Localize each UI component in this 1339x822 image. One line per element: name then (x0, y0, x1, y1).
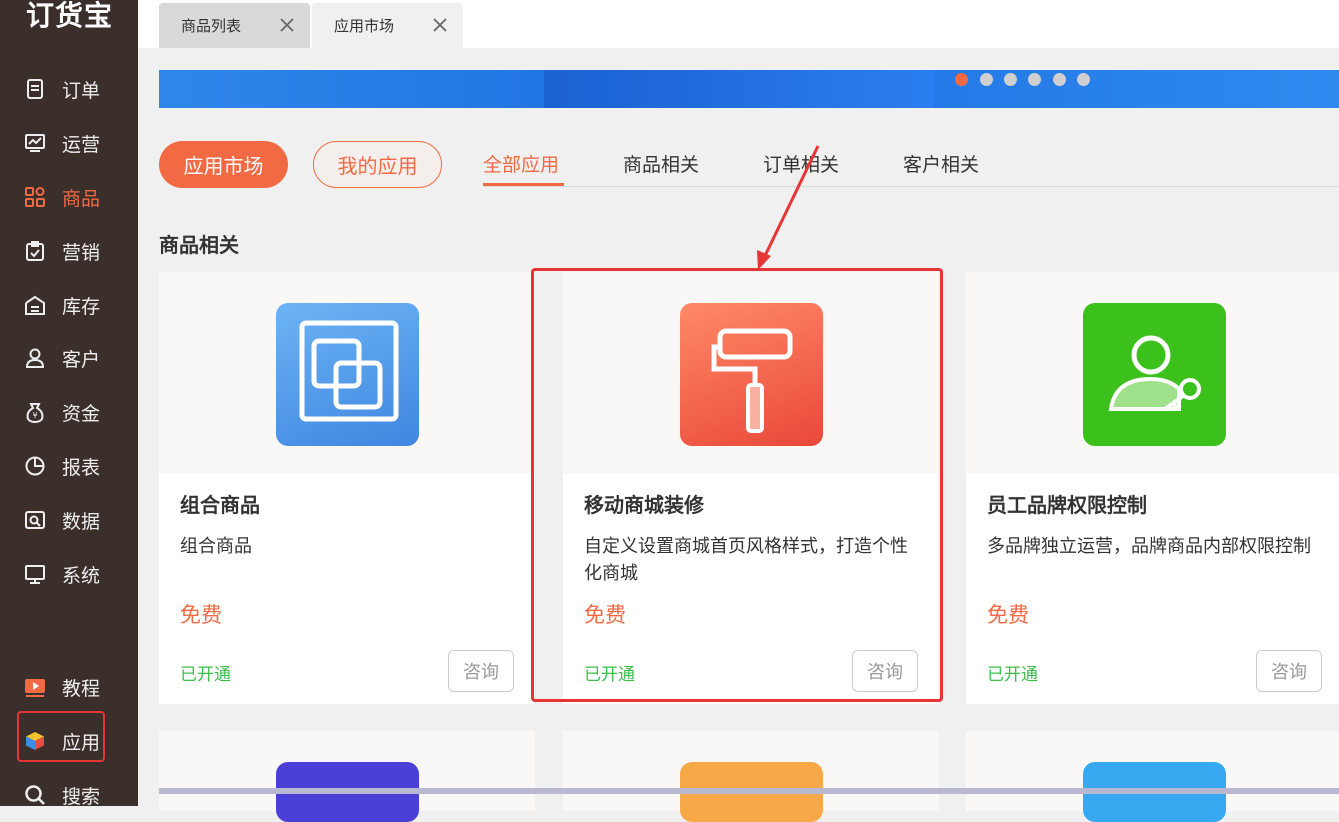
consult-button[interactable]: 咨询 (852, 650, 918, 692)
card-status: 已开通 (584, 665, 635, 685)
sidebar-item-label: 营销 (62, 241, 101, 264)
sidebar-item-goods[interactable]: 商品 (24, 182, 100, 212)
app-card-partial[interactable] (966, 731, 1339, 822)
horizontal-scrollbar[interactable] (159, 788, 1339, 794)
card-title: 移动商城装修 (584, 493, 704, 517)
data-icon (25, 511, 45, 529)
marketing-icon (26, 241, 44, 261)
carousel-dot[interactable] (980, 73, 993, 86)
svg-text:¥: ¥ (32, 411, 37, 420)
paint-roller-icon (680, 303, 823, 446)
user-key-icon (1083, 303, 1226, 446)
apps-highlight-box (17, 711, 105, 762)
card-description: 多品牌独立运营，品牌商品内部权限控制 (987, 536, 1311, 557)
sidebar-item-label: 库存 (62, 295, 101, 318)
report-icon (25, 456, 45, 476)
card-price: 免费 (584, 603, 626, 627)
app-card-partial[interactable] (563, 731, 939, 822)
carousel-dot[interactable] (1004, 73, 1017, 86)
carousel-dot[interactable] (955, 73, 968, 86)
card-status: 已开通 (987, 665, 1038, 685)
sidebar-item-label: 客户 (62, 348, 101, 371)
section-title: 商品相关 (159, 233, 239, 257)
card-title: 组合商品 (180, 493, 260, 517)
sidebar-item-data[interactable]: 数据 (24, 505, 100, 535)
funds-icon: ¥ (26, 403, 44, 423)
goods-icon (25, 187, 45, 207)
card-description: 自定义设置商城首页风格样式，打造个性化商城 (584, 536, 908, 584)
category-tab-customer[interactable]: 客户相关 (903, 150, 979, 177)
category-tab-order[interactable]: 订单相关 (763, 150, 839, 177)
tab-app-market[interactable]: 应用市场 (312, 3, 463, 48)
close-icon[interactable] (278, 16, 296, 34)
sidebar-item-label: 系统 (62, 564, 101, 587)
app-market-button[interactable]: 应用市场 (159, 141, 288, 188)
sidebar-item-tutorial[interactable]: 教程 (24, 672, 100, 702)
sidebar-item-inventory[interactable]: 库存 (24, 290, 100, 320)
combo-goods-icon (276, 303, 419, 446)
app-card-combo-goods[interactable]: 组合商品 组合商品 免费 已开通 咨询 (159, 272, 535, 704)
carousel-dot[interactable] (1028, 73, 1041, 86)
close-icon[interactable] (431, 16, 449, 34)
sidebar-item-label: 数据 (62, 510, 101, 533)
sidebar-item-operation[interactable]: 运营 (24, 128, 100, 158)
active-tab-indicator (483, 183, 564, 186)
order-icon (27, 79, 43, 99)
tab-goods-list[interactable]: 商品列表 (159, 3, 310, 48)
sidebar-item-label: 运营 (62, 133, 101, 156)
customer-icon (25, 348, 45, 368)
sidebar-item-order[interactable]: 订单 (24, 74, 100, 104)
sidebar-item-label: 资金 (62, 402, 101, 425)
sidebar: 订货宝 订单 运营 商品 营销 库存 客户 ¥ 资金 报表 数据 系统 教程 应… (0, 0, 138, 808)
card-description: 组合商品 (180, 536, 252, 557)
banner[interactable] (159, 70, 1339, 108)
consult-button[interactable]: 咨询 (1256, 650, 1322, 692)
app-card-partial[interactable] (159, 731, 535, 822)
banner-graphic (544, 70, 934, 108)
sidebar-item-report[interactable]: 报表 (24, 451, 100, 481)
tab-label: 商品列表 (181, 17, 242, 35)
sidebar-item-label: 教程 (62, 677, 101, 700)
card-status: 已开通 (180, 665, 231, 685)
logo: 订货宝 (26, 0, 114, 32)
app-card-staff-brand-permission[interactable]: 员工品牌权限控制 多品牌独立运营，品牌商品内部权限控制 免费 已开通 咨询 (966, 272, 1339, 704)
card-title: 员工品牌权限控制 (987, 493, 1147, 517)
sidebar-item-marketing[interactable]: 营销 (24, 236, 100, 266)
my-apps-button[interactable]: 我的应用 (313, 141, 442, 188)
sidebar-item-funds[interactable]: ¥ 资金 (24, 397, 100, 427)
app-card-mall-decoration[interactable]: 移动商城装修 自定义设置商城首页风格样式，打造个性化商城 免费 已开通 咨询 (563, 272, 939, 704)
operation-icon (25, 134, 45, 152)
sidebar-item-system[interactable]: 系统 (24, 559, 100, 589)
category-tab-all[interactable]: 全部应用 (483, 150, 559, 177)
inventory-icon (25, 295, 45, 315)
card-price: 免费 (987, 603, 1029, 627)
sidebar-item-label: 搜索 (62, 785, 101, 808)
sidebar-item-customer[interactable]: 客户 (24, 343, 100, 373)
carousel-dot[interactable] (1077, 73, 1090, 86)
category-tab-goods[interactable]: 商品相关 (623, 150, 699, 177)
tab-label: 应用市场 (334, 17, 395, 35)
tab-bar: 商品列表 应用市场 (138, 0, 1339, 48)
carousel-dot[interactable] (1053, 73, 1066, 86)
sidebar-item-label: 订单 (62, 79, 101, 102)
search-icon (25, 785, 45, 805)
sidebar-item-label: 报表 (62, 456, 101, 479)
sidebar-item-label: 商品 (62, 187, 101, 210)
category-divider (483, 186, 1339, 187)
card-price: 免费 (180, 603, 222, 627)
tutorial-icon (25, 679, 45, 697)
system-icon (25, 565, 45, 584)
consult-button[interactable]: 咨询 (448, 650, 514, 692)
